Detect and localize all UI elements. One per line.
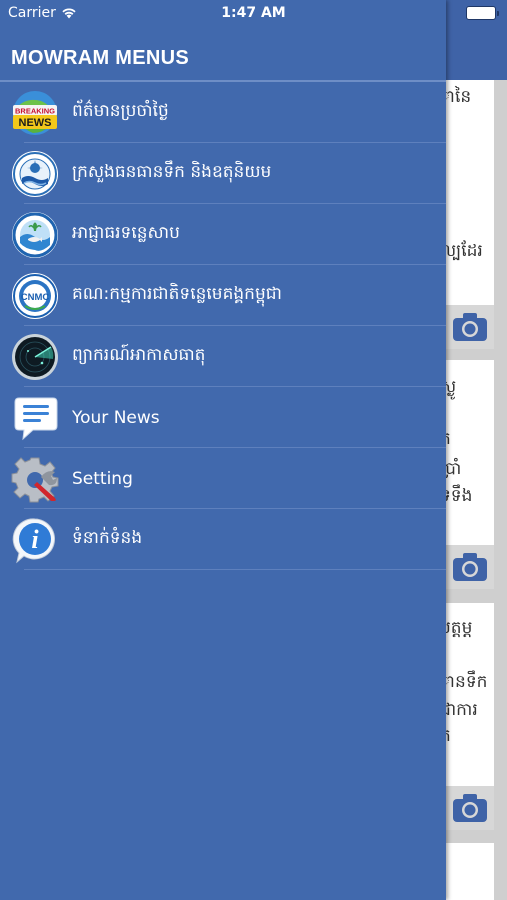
news-card[interactable]: ានៃ ល្បដែរ (446, 80, 494, 306)
news-card[interactable]: បត្តម្ត ានទឹក ជាការ ក (446, 603, 494, 787)
menu-item-label: ព័ត៌មានប្រចាំថ្ងៃ (72, 101, 169, 121)
card-photo-bar[interactable] (446, 305, 494, 349)
card-photo-bar[interactable] (446, 786, 494, 830)
menu-item-tonle-sap-authority[interactable]: អាជ្ញាធរទន្លេសាប (0, 204, 446, 265)
card-photo-bar[interactable] (446, 545, 494, 589)
menu-list: BREAKING NEWS ព័ត៌មានប្រចាំថ្ងៃ ក្រសួងធន… (0, 82, 446, 570)
menu-item-weather-forecast[interactable]: ព្យាករណ៍អាកាសធាតុ (0, 326, 446, 387)
tonle-sap-authority-logo-icon (12, 211, 58, 258)
menu-item-label: ព្យាករណ៍អាកាសធាតុ (72, 345, 206, 365)
news-card[interactable]: ស្ងូ ក ប្រាំ ទទឹង (446, 360, 494, 546)
cnmc-logo-icon: CNMC (12, 272, 58, 319)
card-text-line: ក (446, 725, 451, 750)
card-text-line: ស្ងូ (446, 377, 457, 397)
breaking-news-icon: BREAKING NEWS (13, 90, 57, 135)
card-text-line: ជាការ (446, 700, 478, 720)
menu-item-setting[interactable]: Setting (0, 448, 446, 509)
weather-radar-icon (12, 333, 58, 380)
menu-item-label: Your News (72, 407, 160, 428)
main-content-view[interactable]: ានៃ ល្បដែរ ស្ងូ ក ប្រាំ ទទឹង បត្តម្ត ានទ… (446, 0, 507, 900)
menu-item-label: ក្រសួងធនធានទឹក និងឧតុនិយម (72, 162, 272, 182)
svg-text:BREAKING: BREAKING (15, 106, 55, 115)
status-bar: Carrier 1:47 AM (0, 0, 507, 28)
side-menu-drawer: MOWRAM MENUS BREAKING NEWS ព័ត៌មានប្រចាំ… (0, 0, 446, 900)
menu-item-label: ទំនាក់ទំនង (72, 528, 143, 548)
settings-gear-icon (11, 456, 59, 502)
menu-item-ministry[interactable]: ក្រសួងធនធានទឹក និងឧតុនិយម (0, 143, 446, 204)
camera-icon (453, 553, 487, 581)
card-text-line: ទទឹង (446, 486, 473, 506)
status-time: 1:47 AM (221, 5, 286, 21)
card-text-line: ប្រាំ (446, 459, 462, 479)
battery-icon (466, 6, 499, 20)
camera-icon (453, 794, 487, 822)
card-text-line: ក (446, 428, 451, 453)
ministry-logo-icon (12, 150, 58, 197)
info-icon: i (12, 517, 55, 563)
card-text-line: ល្បដែរ (446, 241, 483, 261)
info-icon-glyph: i (31, 525, 39, 554)
card-text-line: បត្តម្ត (446, 618, 473, 638)
cnmc-logo-text: CNMC (21, 292, 50, 303)
svg-text:NEWS: NEWS (19, 117, 52, 129)
card-text-line: ានៃ (446, 87, 472, 107)
news-card[interactable] (446, 843, 494, 900)
drawer-title: MOWRAM MENUS (11, 47, 190, 69)
menu-item-label: អាជ្ញាធរទន្លេសាប (72, 223, 180, 243)
menu-item-your-news[interactable]: Your News (0, 387, 446, 448)
speech-bubble-icon (14, 397, 58, 440)
menu-item-cnmc[interactable]: CNMC គណ:កម្មការជាតិទន្លេមេគង្គកម្ពុជា (0, 265, 446, 326)
menu-item-daily-news[interactable]: BREAKING NEWS ព័ត៌មានប្រចាំថ្ងៃ (0, 82, 446, 143)
menu-item-label: គណ:កម្មការជាតិទន្លេមេគង្គកម្ពុជា (72, 284, 282, 304)
card-text-line: ានទឹក (446, 672, 488, 692)
menu-item-contact[interactable]: i ទំនាក់ទំនង (0, 509, 446, 570)
camera-icon (453, 313, 487, 341)
menu-item-label: Setting (72, 468, 133, 489)
